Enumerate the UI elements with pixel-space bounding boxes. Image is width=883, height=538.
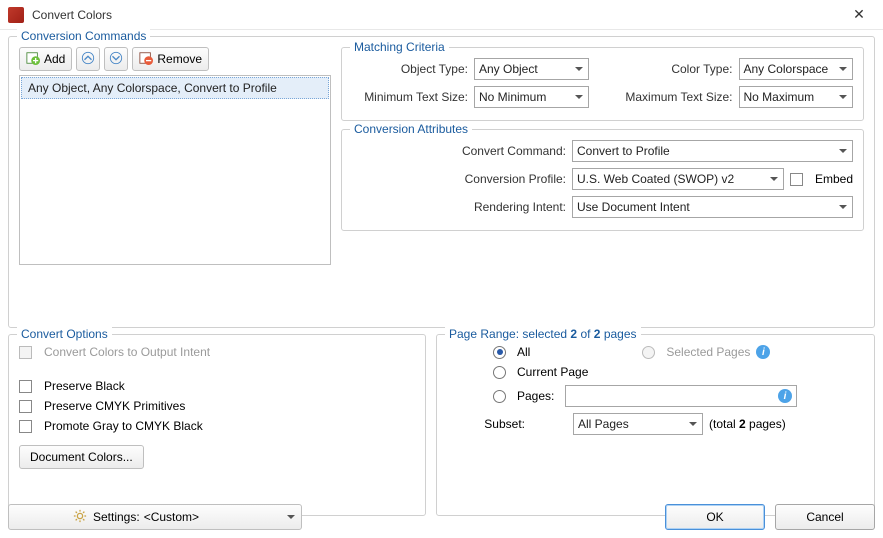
chevron-down-icon <box>109 51 123 68</box>
move-down-button[interactable] <box>104 47 128 71</box>
matching-criteria-group: Matching Criteria Object Type: Any Objec… <box>341 47 864 121</box>
close-button[interactable]: ✕ <box>843 6 875 23</box>
min-text-value: No Minimum <box>479 90 546 104</box>
page-range-group: Page Range: selected 2 of 2 pages All Se… <box>436 334 875 516</box>
range-pages-radio[interactable] <box>493 390 506 403</box>
max-text-select[interactable]: No Maximum <box>739 86 854 108</box>
promote-gray-label: Promote Gray to CMYK Black <box>44 419 203 433</box>
info-icon[interactable]: i <box>756 345 770 359</box>
add-label: Add <box>44 52 65 66</box>
max-text-label: Maximum Text Size: <box>617 90 733 104</box>
object-type-value: Any Object <box>479 62 538 76</box>
add-icon <box>26 51 40 68</box>
matching-legend: Matching Criteria <box>350 40 449 54</box>
intent-select[interactable]: Use Document Intent <box>572 196 853 218</box>
preserve-black-checkbox[interactable] <box>19 380 32 393</box>
chevron-up-icon <box>81 51 95 68</box>
range-all-label: All <box>517 345 530 359</box>
intent-value: Use Document Intent <box>577 200 690 214</box>
embed-checkbox[interactable] <box>790 173 803 186</box>
output-intent-label: Convert Colors to Output Intent <box>44 345 210 359</box>
list-item[interactable]: Any Object, Any Colorspace, Convert to P… <box>21 77 329 99</box>
color-type-label: Color Type: <box>617 62 733 76</box>
max-text-value: No Maximum <box>744 90 815 104</box>
profile-value: U.S. Web Coated (SWOP) v2 <box>577 172 734 186</box>
output-intent-checkbox <box>19 346 32 359</box>
total-suffix: pages) <box>746 417 786 431</box>
total-value: 2 <box>739 417 746 431</box>
commands-toolbar: Add Remove <box>19 47 331 71</box>
color-type-select[interactable]: Any Colorspace <box>739 58 854 80</box>
preserve-cmyk-checkbox[interactable] <box>19 400 32 413</box>
range-selected-label: Selected Pages <box>666 345 750 359</box>
document-colors-button[interactable]: Document Colors... <box>19 445 144 469</box>
settings-dropdown[interactable]: Settings: <Custom> <box>8 504 302 530</box>
embed-label: Embed <box>815 172 853 186</box>
conversion-attributes-group: Conversion Attributes Convert Command: C… <box>341 129 864 231</box>
page-range-legend: Page Range: selected 2 of 2 pages <box>445 327 641 341</box>
remove-button[interactable]: Remove <box>132 47 209 71</box>
add-button[interactable]: Add <box>19 47 72 71</box>
min-text-label: Minimum Text Size: <box>352 90 468 104</box>
preserve-cmyk-label: Preserve CMYK Primitives <box>44 399 185 413</box>
range-pages-label: Pages: <box>517 389 559 403</box>
preserve-black-label: Preserve Black <box>44 379 125 393</box>
profile-label: Conversion Profile: <box>352 172 566 186</box>
subset-select[interactable]: All Pages <box>573 413 703 435</box>
pr-legend-prefix: Page Range: selected <box>449 327 570 341</box>
total-prefix: (total <box>709 417 739 431</box>
commands-listbox[interactable]: Any Object, Any Colorspace, Convert to P… <box>19 75 331 265</box>
subset-label: Subset: <box>447 417 525 431</box>
convert-cmd-value: Convert to Profile <box>577 144 670 158</box>
attributes-legend: Conversion Attributes <box>350 122 472 136</box>
settings-label: Settings: <box>93 510 140 524</box>
conversion-commands-legend: Conversion Commands <box>17 29 150 43</box>
app-icon <box>8 7 24 23</box>
promote-gray-checkbox[interactable] <box>19 420 32 433</box>
convert-cmd-select[interactable]: Convert to Profile <box>572 140 853 162</box>
titlebar: Convert Colors ✕ <box>0 0 883 30</box>
cancel-button[interactable]: Cancel <box>775 504 875 530</box>
range-selected-radio <box>642 346 655 359</box>
remove-label: Remove <box>157 52 202 66</box>
settings-value: <Custom> <box>144 510 199 524</box>
convert-cmd-label: Convert Command: <box>352 144 566 158</box>
ok-button[interactable]: OK <box>665 504 765 530</box>
window-title: Convert Colors <box>32 8 843 22</box>
info-icon[interactable]: i <box>778 389 792 403</box>
range-all-radio[interactable] <box>493 346 506 359</box>
conversion-commands-group: Conversion Commands Add Re <box>8 36 875 328</box>
pr-legend-suffix: pages <box>600 327 636 341</box>
object-type-select[interactable]: Any Object <box>474 58 589 80</box>
footer: Settings: <Custom> OK Cancel <box>8 504 875 530</box>
color-type-value: Any Colorspace <box>744 62 829 76</box>
object-type-label: Object Type: <box>352 62 468 76</box>
convert-options-group: Convert Options Convert Colors to Output… <box>8 334 426 516</box>
subset-value: All Pages <box>578 417 629 431</box>
total-pages-text: (total 2 pages) <box>709 417 786 431</box>
move-up-button[interactable] <box>76 47 100 71</box>
remove-icon <box>139 51 153 68</box>
profile-select[interactable]: U.S. Web Coated (SWOP) v2 <box>572 168 784 190</box>
intent-label: Rendering Intent: <box>352 200 566 214</box>
pages-input[interactable]: i <box>565 385 797 407</box>
range-current-radio[interactable] <box>493 366 506 379</box>
gear-icon <box>73 509 87 526</box>
options-legend: Convert Options <box>17 327 112 341</box>
min-text-select[interactable]: No Minimum <box>474 86 589 108</box>
pr-of: of <box>577 327 594 341</box>
range-current-label: Current Page <box>517 365 588 379</box>
